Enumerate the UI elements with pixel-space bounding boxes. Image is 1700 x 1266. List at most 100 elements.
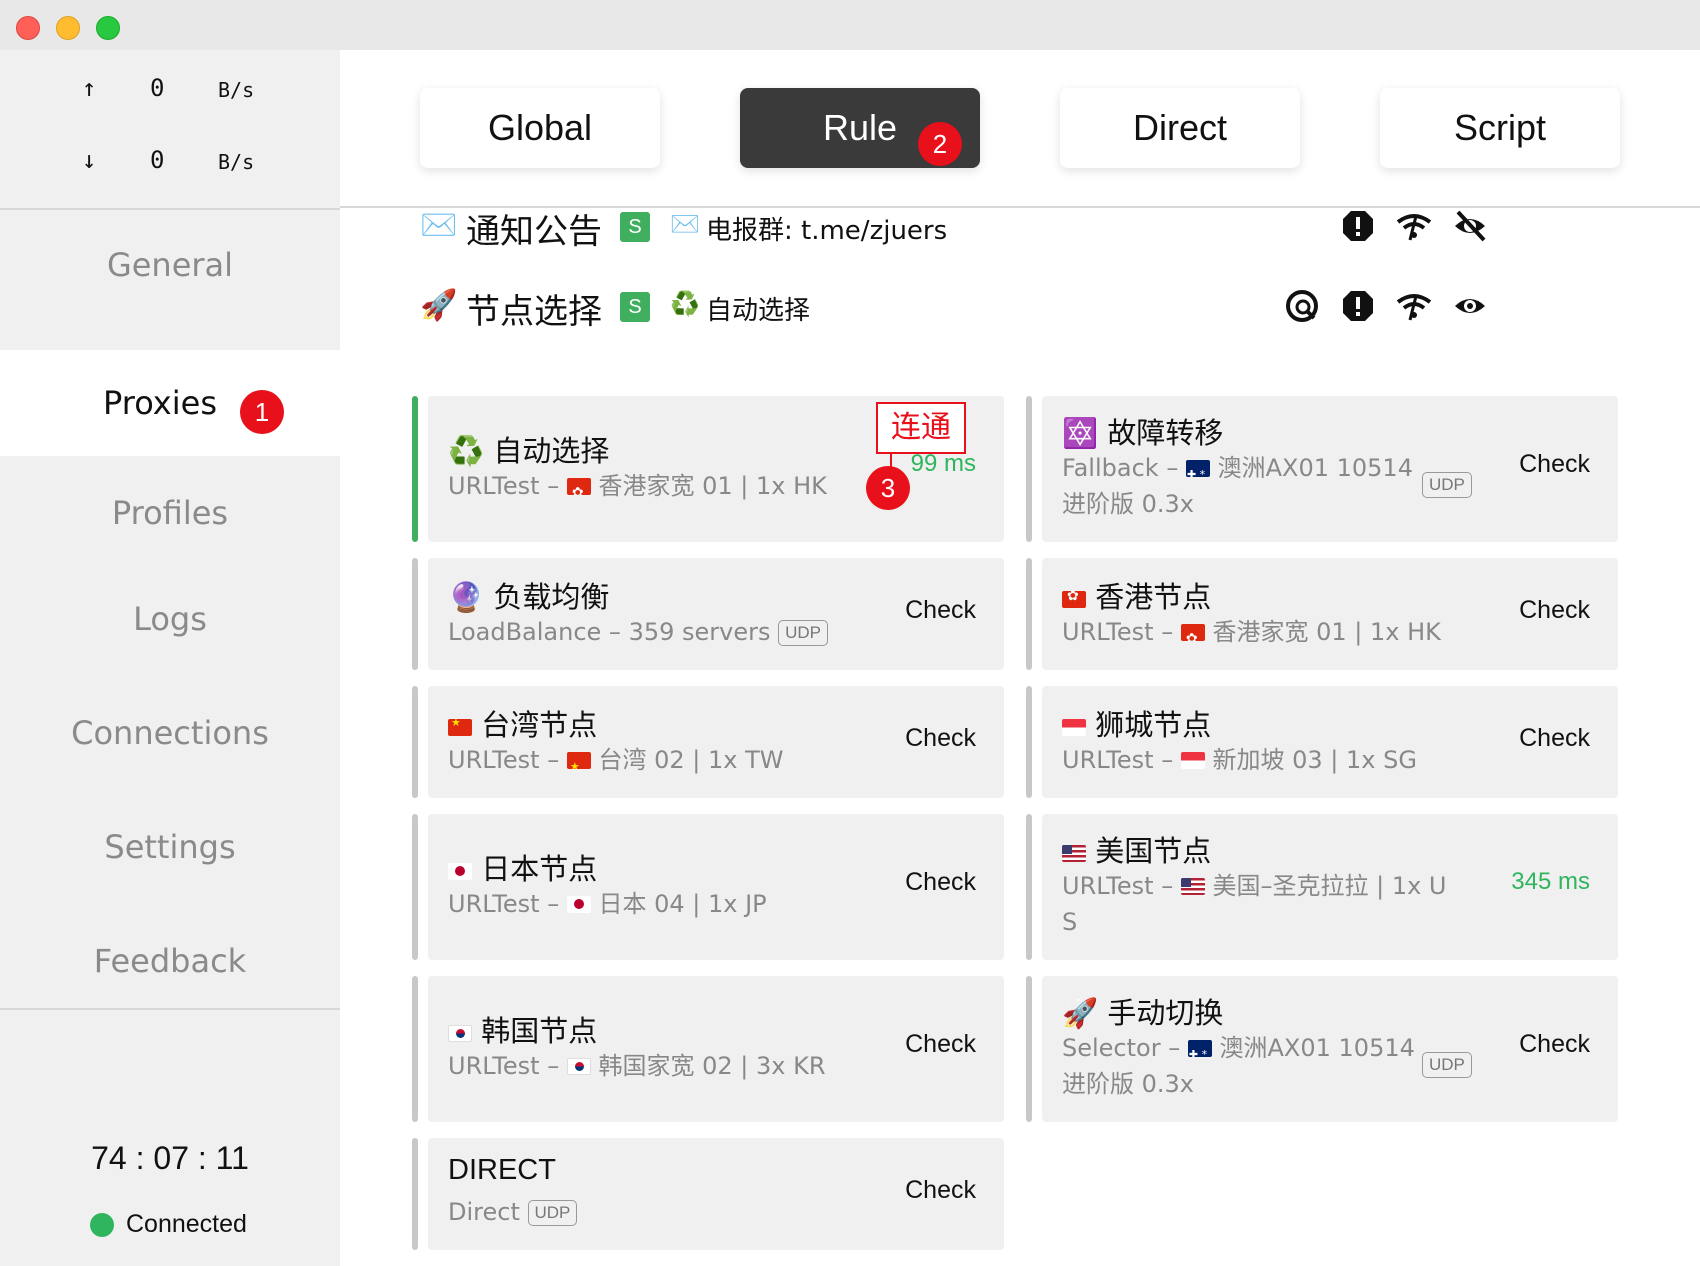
- mode-rule-label: Rule: [822, 107, 898, 148]
- sidebar-item-label: Feedback: [93, 942, 247, 980]
- proxy-card-singapore[interactable]: 狮城节点 URLTest – 新加坡 03 | 1x SG Check: [1026, 686, 1618, 798]
- proxies-badge: 1: [240, 390, 284, 434]
- au-flag-icon: [1185, 460, 1210, 477]
- proxy-card-hongkong[interactable]: 香港节点 URLTest – 香港家宽 01 | 1x HK Check: [1026, 558, 1618, 670]
- mode-script-button[interactable]: Script: [1380, 88, 1620, 168]
- check-button[interactable]: Check: [905, 868, 976, 897]
- wifi-off-icon[interactable]: [1396, 288, 1432, 324]
- au-flag-icon: [1187, 1040, 1212, 1057]
- download-unit: B/s: [218, 150, 255, 174]
- recycle-icon: ♻️: [670, 290, 700, 318]
- proxy-current: 台湾 02 | 1x TW: [598, 746, 784, 774]
- proxy-detail: URLTest – 日本 04 | 1x JP: [448, 890, 767, 918]
- sidebar-item-settings[interactable]: Settings: [0, 790, 340, 904]
- proxy-card-taiwan[interactable]: 台湾节点 URLTest – 台湾 02 | 1x TW Check: [412, 686, 1004, 798]
- check-button[interactable]: Check: [905, 1030, 976, 1059]
- sidebar-item-general[interactable]: General: [0, 210, 340, 350]
- us-flag-icon: [1062, 845, 1086, 862]
- sidebar-item-profiles[interactable]: Profiles: [0, 456, 340, 570]
- proxy-current: 359 servers: [628, 618, 771, 646]
- wifi-off-icon[interactable]: [1396, 210, 1432, 244]
- check-button[interactable]: Check: [1519, 450, 1590, 479]
- check-button[interactable]: Check: [1519, 1030, 1590, 1059]
- proxy-current: 日本 04 | 1x JP: [598, 890, 767, 918]
- eye-icon[interactable]: [1452, 288, 1488, 324]
- proxy-current: 美国–圣克拉拉 | 1x U: [1212, 872, 1447, 900]
- sg-flag-icon: [1062, 719, 1086, 736]
- proxy-type: URLTest: [448, 1052, 540, 1080]
- proxy-name-text: 台湾节点: [481, 708, 598, 742]
- check-button[interactable]: Check: [905, 1176, 976, 1205]
- proxy-name: 美国节点: [1062, 828, 1211, 870]
- card-indicator: [412, 814, 418, 960]
- star-of-david-icon: 🔯: [1062, 416, 1099, 450]
- proxy-name: 台湾节点: [448, 702, 597, 744]
- check-button[interactable]: Check: [1519, 596, 1590, 625]
- kr-flag-icon: [448, 1025, 472, 1042]
- check-button[interactable]: Check: [905, 596, 976, 625]
- group-selected-proxy: 自动选择: [706, 296, 811, 326]
- proxy-name: 🔯 故障转移: [1062, 410, 1223, 452]
- kr-flag-icon: [566, 1058, 591, 1075]
- proxy-name-text: 故障转移: [1107, 416, 1224, 450]
- sidebar-item-logs[interactable]: Logs: [0, 562, 340, 676]
- alert-icon[interactable]: [1340, 288, 1376, 324]
- udp-badge: UDP: [1422, 1052, 1472, 1078]
- proxy-type: Selector: [1062, 1034, 1161, 1062]
- proxy-detail: Selector – 澳洲AX01 10514进阶版 0.3x: [1062, 1030, 1422, 1102]
- proxy-current: 香港家宽 01 | 1x HK: [1212, 618, 1441, 646]
- group-header-notice[interactable]: ✉️ 通知公告 S ✉️ 电报群: t.me/zjuers: [420, 210, 1540, 254]
- proxy-name: 🚀 手动切换: [1062, 990, 1223, 1032]
- proxy-card-load-balance[interactable]: 🔮 负载均衡 LoadBalance – 359 servers UDP Che…: [412, 558, 1004, 670]
- group-selected-proxy: 电报群: t.me/zjuers: [706, 216, 948, 246]
- mode-global-button[interactable]: Global: [420, 88, 660, 168]
- proxy-detail: URLTest – 美国–圣克拉拉 | 1x US: [1062, 872, 1447, 936]
- check-button[interactable]: Check: [1519, 724, 1590, 753]
- card-indicator: [1026, 396, 1032, 542]
- proxy-card-japan[interactable]: 日本节点 URLTest – 日本 04 | 1x JP Check: [412, 814, 1004, 960]
- proxy-card-fallback[interactable]: 🔯 故障转移 Fallback – 澳洲AX01 10514进阶版 0.3x U…: [1026, 396, 1618, 542]
- traffic-panel: ↑ 0 B/s ↓ 0 B/s: [0, 50, 340, 208]
- rocket-icon: 🚀: [1062, 996, 1099, 1030]
- uptime-counter: 74 : 07 : 11: [91, 1140, 249, 1176]
- crystal-ball-icon: 🔮: [448, 580, 485, 614]
- latency-value[interactable]: 99 ms: [911, 450, 976, 478]
- udp-badge: UDP: [527, 1200, 578, 1226]
- group-tools: [1284, 288, 1540, 328]
- latency-value[interactable]: 345 ms: [1511, 868, 1590, 896]
- selector-badge: S: [620, 212, 650, 242]
- proxy-current: 澳洲AX01 10514: [1219, 1034, 1415, 1062]
- sidebar-item-label: General: [106, 246, 234, 284]
- mode-direct-button[interactable]: Direct: [1060, 88, 1300, 168]
- proxy-detail: Fallback – 澳洲AX01 10514进阶版 0.3x: [1062, 450, 1422, 522]
- sidebar-item-label: Settings: [104, 828, 236, 866]
- sidebar-item-label: Connections: [71, 714, 269, 752]
- proxy-name: 香港节点: [1062, 574, 1211, 616]
- jp-flag-icon: [566, 896, 591, 913]
- alert-icon[interactable]: [1340, 210, 1376, 244]
- sidebar-divider: [0, 1008, 340, 1010]
- check-button[interactable]: Check: [905, 724, 976, 753]
- speed-test-icon[interactable]: [1284, 288, 1320, 324]
- sidebar-item-feedback[interactable]: Feedback: [0, 904, 340, 1018]
- hk-flag-icon: [1180, 624, 1205, 641]
- eye-off-icon[interactable]: [1452, 210, 1488, 244]
- sidebar-item-proxies[interactable]: Proxies 1: [0, 350, 340, 456]
- sidebar-item-connections[interactable]: Connections: [0, 676, 340, 790]
- proxy-card-direct[interactable]: DIRECT Direct UDP Check: [412, 1138, 1004, 1250]
- proxy-current: 香港家宽 01 | 1x HK: [598, 472, 827, 500]
- proxy-detail: URLTest – 新加坡 03 | 1x SG: [1062, 746, 1417, 774]
- download-speed: ↓ 0 B/s: [0, 140, 340, 180]
- proxy-card-usa[interactable]: 美国节点 URLTest – 美国–圣克拉拉 | 1x US 345 ms: [1026, 814, 1618, 960]
- proxy-card-korea[interactable]: 韩国节点 URLTest – 韩国家宽 02 | 3x KR Check: [412, 976, 1004, 1122]
- zoom-window-button[interactable]: [96, 16, 120, 40]
- minimize-window-button[interactable]: [56, 16, 80, 40]
- group-header-node-select[interactable]: 🚀 节点选择 S ♻️ 自动选择: [420, 284, 1540, 334]
- proxy-type: URLTest: [448, 472, 540, 500]
- proxy-card-manual-select[interactable]: 🚀 手动切换 Selector – 澳洲AX01 10514进阶版 0.3x U…: [1026, 976, 1618, 1122]
- recycle-icon: ♻️: [448, 434, 485, 468]
- close-window-button[interactable]: [16, 16, 40, 40]
- mode-rule-button[interactable]: Rule 2: [740, 88, 980, 168]
- proxy-name: 日本节点: [448, 846, 597, 888]
- card-indicator: [1026, 814, 1032, 960]
